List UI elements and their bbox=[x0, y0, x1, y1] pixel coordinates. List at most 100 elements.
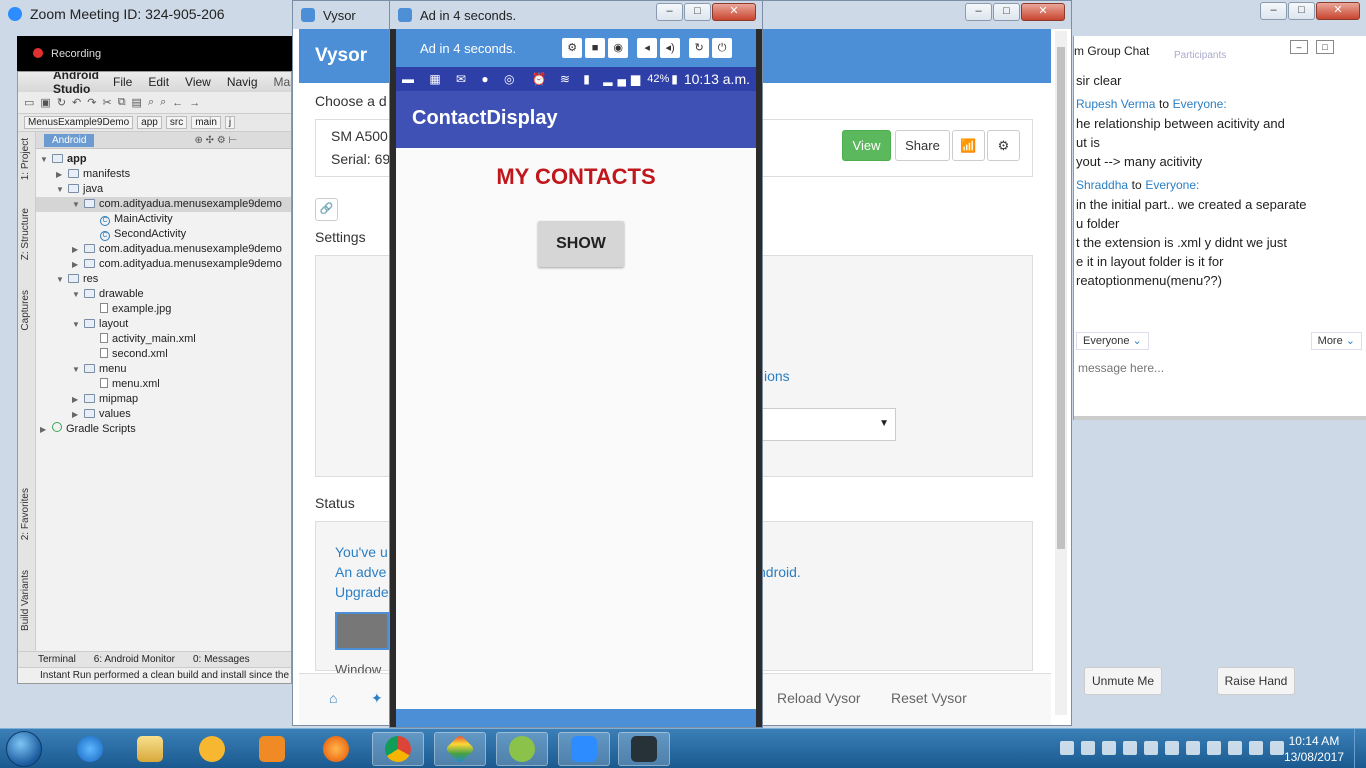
chat-message-input[interactable] bbox=[1078, 358, 1348, 378]
tree-row[interactable]: activity_main.xml bbox=[36, 332, 291, 347]
view-button[interactable]: View bbox=[842, 130, 891, 161]
editor-tab[interactable]: MainAc bbox=[274, 75, 291, 89]
unmute-button[interactable]: Unmute Me bbox=[1084, 667, 1162, 695]
sync-scroll-icon[interactable]: ⊕ ✣ ⚙ ⊢ bbox=[194, 135, 237, 146]
taskbar-clock[interactable]: 10:14 AM 13/08/2017 bbox=[1284, 733, 1344, 765]
show-desktop-button[interactable] bbox=[1354, 729, 1366, 768]
paste-icon[interactable]: ▤ bbox=[132, 96, 142, 109]
tab-android-monitor[interactable]: 6: Android Monitor bbox=[94, 654, 175, 665]
menu-item[interactable]: Navig bbox=[227, 75, 258, 89]
sync-icon[interactable]: ↻ bbox=[57, 96, 66, 109]
tree-row[interactable]: second.xml bbox=[36, 347, 291, 362]
options-link[interactable]: ions bbox=[764, 368, 790, 384]
tab-messages[interactable]: 0: Messages bbox=[193, 654, 250, 665]
close-button[interactable]: ✕ bbox=[1021, 3, 1065, 21]
breadcrumb-item[interactable]: app bbox=[137, 116, 162, 129]
minimize-button[interactable]: – bbox=[1260, 2, 1287, 20]
expanded-arrow-icon[interactable]: ▼ bbox=[56, 272, 68, 287]
tray-icon[interactable] bbox=[1081, 741, 1095, 755]
volume-up-icon[interactable]: ◂) bbox=[660, 38, 681, 58]
link-button[interactable]: 🔗 bbox=[315, 198, 338, 221]
start-button[interactable] bbox=[6, 731, 42, 767]
taskbar-favorites[interactable] bbox=[186, 732, 238, 766]
volume-icon[interactable] bbox=[1249, 741, 1263, 755]
settings-icon[interactable]: ⚙ bbox=[562, 38, 583, 58]
collapsed-arrow-icon[interactable]: ▶ bbox=[40, 422, 52, 437]
rotate-icon[interactable]: ↻ bbox=[689, 38, 710, 58]
tab-project[interactable]: 1: Project bbox=[20, 138, 31, 180]
find-icon[interactable]: ⌕ bbox=[148, 96, 154, 109]
collapsed-arrow-icon[interactable]: ▶ bbox=[72, 257, 84, 272]
menu-item[interactable]: Edit bbox=[148, 75, 169, 89]
open-icon[interactable]: ▭ bbox=[24, 96, 34, 109]
chat-maximize-button[interactable]: □ bbox=[1316, 40, 1334, 54]
taskbar-firefox[interactable] bbox=[310, 732, 362, 766]
tree-row[interactable]: ▼ menu bbox=[36, 362, 291, 377]
tree-row[interactable]: ▶ Gradle Scripts bbox=[36, 422, 291, 437]
power-icon[interactable] bbox=[1207, 741, 1221, 755]
upgrade-link[interactable]: Upgrade bbox=[335, 584, 389, 600]
collapsed-arrow-icon[interactable]: ▶ bbox=[72, 392, 84, 407]
settings-button[interactable]: ⚙ bbox=[987, 130, 1020, 161]
view-selector[interactable]: Android bbox=[44, 133, 95, 147]
tree-row[interactable]: ▼ drawable bbox=[36, 287, 291, 302]
breadcrumb-item[interactable]: main bbox=[191, 116, 221, 129]
breadcrumb-item[interactable]: src bbox=[165, 116, 188, 129]
expanded-arrow-icon[interactable]: ▼ bbox=[72, 287, 84, 302]
tree-row[interactable]: ▶ values bbox=[36, 407, 291, 422]
replace-icon[interactable]: ⌕ bbox=[160, 96, 166, 109]
expanded-arrow-icon[interactable]: ▼ bbox=[72, 197, 84, 212]
tree-row[interactable]: C MainActivity bbox=[36, 212, 291, 227]
menu-item[interactable]: File bbox=[113, 75, 132, 89]
tray-icon[interactable] bbox=[1102, 741, 1116, 755]
reload-button[interactable]: Reload Vysor bbox=[777, 690, 861, 706]
phone-screen[interactable]: ▬ ▦ ✉ ● ◎ ⏰ ≋ ▮ ▂▄▆ 42% ▮ 10:13 a.m. Con… bbox=[396, 67, 756, 727]
tray-icon[interactable] bbox=[1123, 741, 1137, 755]
reset-button[interactable]: Reset Vysor bbox=[891, 690, 967, 706]
close-button[interactable]: ✕ bbox=[712, 3, 756, 21]
copy-icon[interactable]: ⧉ bbox=[118, 96, 126, 109]
video-icon[interactable]: ■ bbox=[585, 38, 606, 58]
collapsed-arrow-icon[interactable]: ▶ bbox=[56, 167, 68, 182]
taskbar-explorer[interactable] bbox=[124, 732, 176, 766]
tree-row[interactable]: ▼ res bbox=[36, 272, 291, 287]
undo-icon[interactable]: ↶ bbox=[72, 96, 81, 109]
participants-tab[interactable]: Participants bbox=[1174, 50, 1226, 61]
raise-hand-button[interactable]: Raise Hand bbox=[1217, 667, 1295, 695]
maximize-button[interactable]: □ bbox=[1288, 2, 1315, 20]
taskbar-chrome[interactable] bbox=[372, 732, 424, 766]
tray-icon[interactable] bbox=[1060, 741, 1074, 755]
tree-row[interactable]: ▼ app bbox=[36, 152, 291, 167]
expanded-arrow-icon[interactable]: ▼ bbox=[40, 152, 52, 167]
tree-row[interactable]: C SecondActivity bbox=[36, 227, 291, 242]
twitter-icon[interactable]: ✦ bbox=[371, 690, 383, 707]
show-button[interactable]: SHOW bbox=[538, 221, 624, 267]
tab-structure[interactable]: Z: Structure bbox=[20, 208, 31, 260]
volume-down-icon[interactable]: ◂ bbox=[637, 38, 658, 58]
wifi-button[interactable]: 📶 bbox=[952, 130, 985, 161]
breadcrumb-item[interactable]: j bbox=[224, 116, 236, 129]
tree-row[interactable]: example.jpg bbox=[36, 302, 291, 317]
tree-row[interactable]: ▶ mipmap bbox=[36, 392, 291, 407]
tree-row[interactable]: ▶ com.adityadua.menusexample9demo bbox=[36, 242, 291, 257]
collapsed-arrow-icon[interactable]: ▶ bbox=[72, 242, 84, 257]
tree-row[interactable]: ▼ layout bbox=[36, 317, 291, 332]
back-icon[interactable]: ← bbox=[172, 97, 183, 109]
menu-item[interactable]: View bbox=[185, 75, 211, 89]
tab-captures[interactable]: Captures bbox=[20, 290, 31, 331]
to-select[interactable]: Everyone ⌄ bbox=[1076, 332, 1149, 350]
maximize-button[interactable]: □ bbox=[993, 3, 1020, 21]
flag-icon[interactable] bbox=[1186, 741, 1200, 755]
cut-icon[interactable]: ✂ bbox=[102, 96, 111, 109]
taskbar-ie[interactable] bbox=[64, 732, 116, 766]
redo-icon[interactable]: ↷ bbox=[87, 96, 96, 109]
tray-icon[interactable] bbox=[1144, 741, 1158, 755]
taskbar-android-studio[interactable] bbox=[496, 732, 548, 766]
expanded-arrow-icon[interactable]: ▼ bbox=[72, 317, 84, 332]
taskbar-media[interactable] bbox=[246, 732, 298, 766]
tree-row[interactable]: ▶ com.adityadua.menusexample9demo bbox=[36, 257, 291, 272]
tree-row[interactable]: menu.xml bbox=[36, 377, 291, 392]
breadcrumb-item[interactable]: MenusExample9Demo bbox=[24, 116, 134, 129]
save-icon[interactable]: ▣ bbox=[40, 96, 50, 109]
expanded-arrow-icon[interactable]: ▼ bbox=[56, 182, 68, 197]
